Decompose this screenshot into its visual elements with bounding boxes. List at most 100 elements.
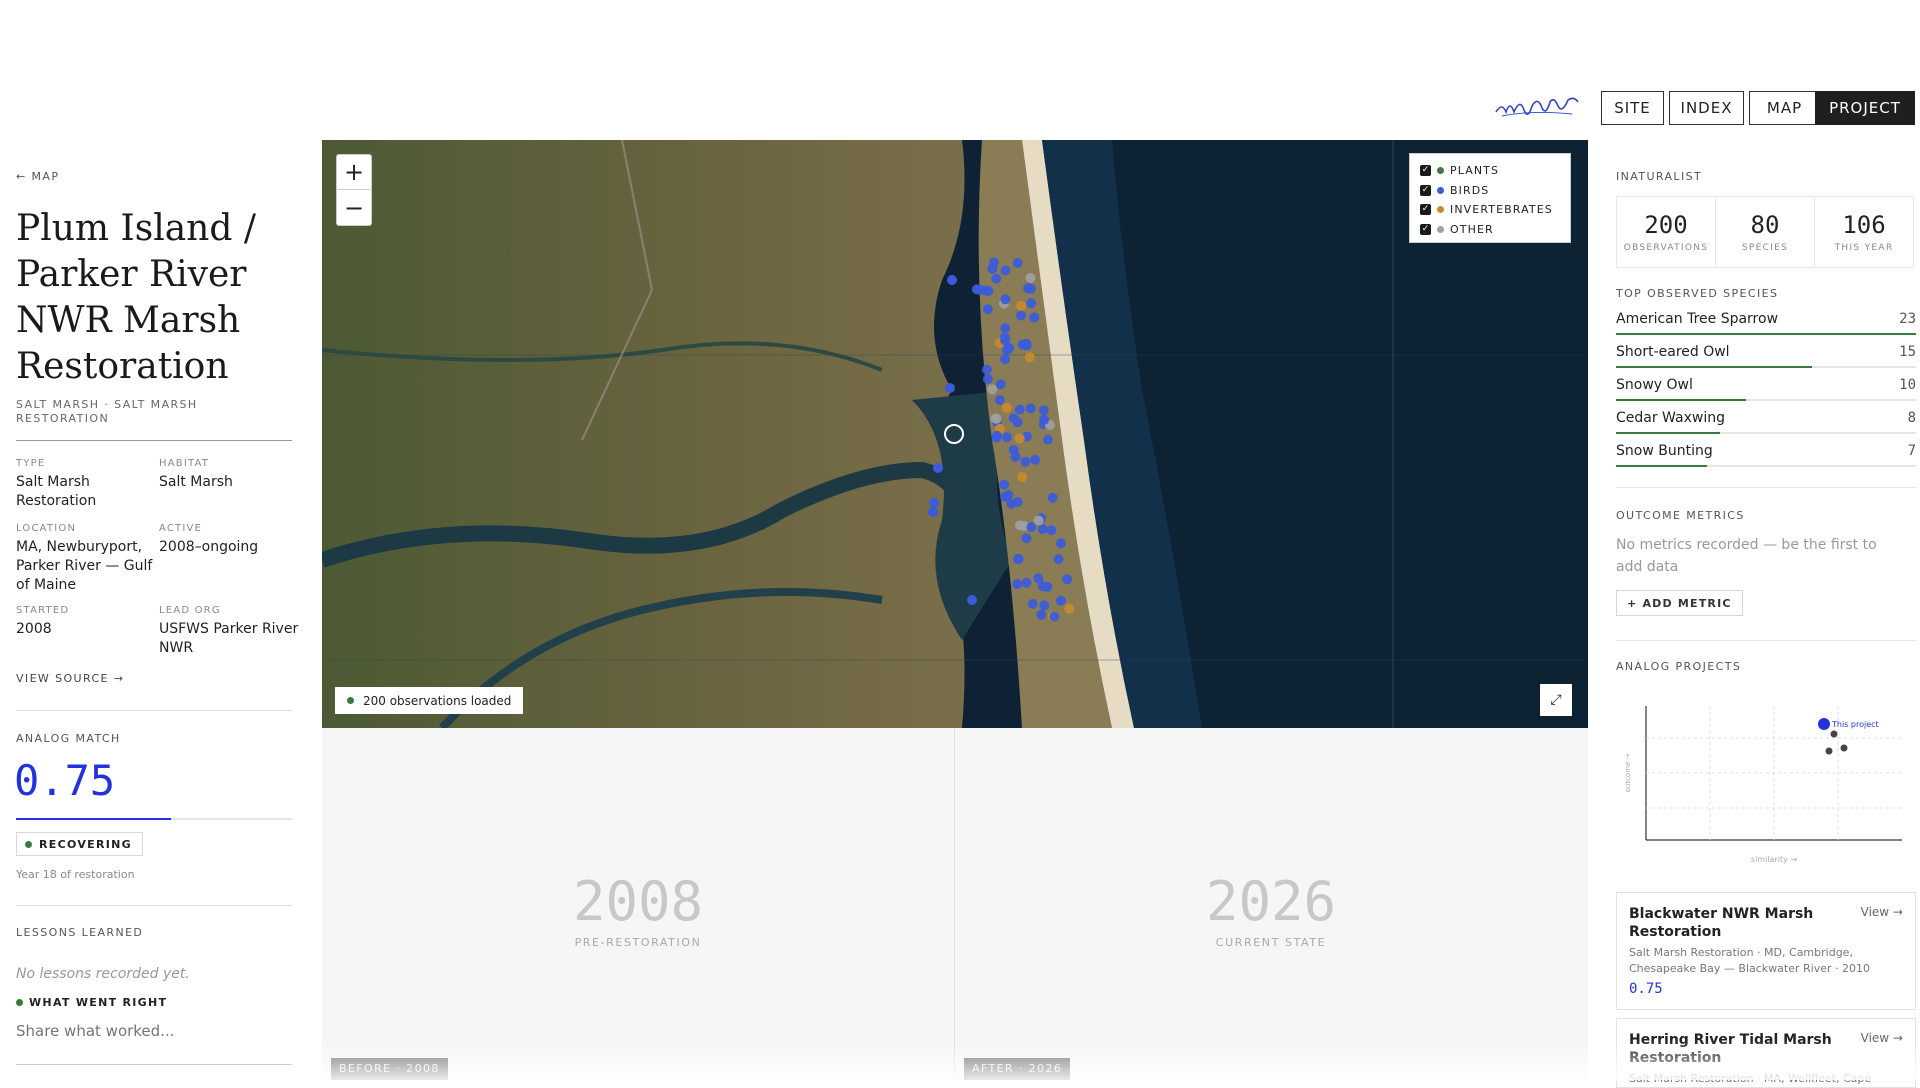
observation-marker[interactable] bbox=[929, 498, 939, 508]
observation-marker[interactable] bbox=[967, 595, 977, 605]
observation-marker[interactable] bbox=[1056, 595, 1066, 606]
observation-marker[interactable] bbox=[1003, 490, 1014, 500]
observation-marker[interactable] bbox=[999, 479, 1010, 490]
nav-map[interactable]: MAP bbox=[1749, 91, 1820, 125]
observation-marker[interactable] bbox=[1030, 454, 1041, 465]
nav-index[interactable]: INDEX bbox=[1669, 91, 1744, 125]
legend-item-birds[interactable]: ✓ BIRDS bbox=[1420, 181, 1560, 201]
observation-marker[interactable] bbox=[1020, 456, 1031, 467]
add-metric-button[interactable]: + ADD METRIC bbox=[1616, 590, 1743, 616]
observation-marker[interactable] bbox=[1037, 524, 1048, 535]
observation-marker[interactable] bbox=[1047, 492, 1058, 503]
observation-marker[interactable] bbox=[1024, 352, 1035, 363]
observation-marker[interactable] bbox=[981, 364, 992, 375]
observation-marker[interactable] bbox=[1016, 310, 1027, 321]
observation-marker[interactable] bbox=[1012, 579, 1023, 590]
observation-marker[interactable] bbox=[983, 286, 994, 296]
analog-project-card[interactable]: Blackwater NWR Marsh Restoration View → … bbox=[1616, 892, 1916, 1010]
nav-site[interactable]: SITE bbox=[1601, 91, 1664, 125]
species-row[interactable]: Short-eared Owl 15 bbox=[1616, 344, 1916, 377]
back-to-map-link[interactable]: ← MAP bbox=[16, 170, 59, 183]
map-view[interactable]: + − ✓ PLANTS ✓ BIRDS ✓ INVERTEBRATES ✓ OTHER 20… bbox=[322, 140, 1588, 728]
observation-marker[interactable] bbox=[1025, 403, 1036, 414]
observation-marker[interactable] bbox=[982, 374, 993, 384]
project-view-link[interactable]: View → bbox=[1861, 1031, 1903, 1045]
expand-icon[interactable]: ⤢ bbox=[1540, 684, 1572, 716]
observation-marker[interactable] bbox=[988, 257, 999, 268]
share-what-worked-input[interactable] bbox=[16, 1018, 292, 1044]
observation-marker[interactable] bbox=[1000, 323, 1011, 334]
legend-item-plants[interactable]: ✓ PLANTS bbox=[1420, 161, 1560, 181]
species-row[interactable]: American Tree Sparrow 23 bbox=[1616, 311, 1916, 344]
view-source-link[interactable]: VIEW SOURCE → bbox=[16, 672, 124, 685]
observation-marker[interactable] bbox=[1008, 413, 1019, 424]
zoom-out-button[interactable]: − bbox=[337, 190, 371, 225]
scatter-point[interactable] bbox=[1830, 730, 1838, 738]
observation-marker[interactable] bbox=[1055, 538, 1066, 549]
observation-marker[interactable] bbox=[1046, 525, 1057, 536]
observation-marker[interactable] bbox=[1049, 611, 1060, 622]
observation-marker[interactable] bbox=[928, 507, 938, 517]
species-row[interactable]: Cedar Waxwing 8 bbox=[1616, 410, 1916, 443]
observation-marker[interactable] bbox=[1000, 294, 1011, 305]
observation-marker[interactable] bbox=[1039, 414, 1050, 425]
legend-checkbox[interactable]: ✓ bbox=[1420, 223, 1431, 235]
scatter-point[interactable] bbox=[1840, 744, 1848, 752]
species-row[interactable]: Snowy Owl 10 bbox=[1616, 377, 1916, 410]
observation-marker[interactable] bbox=[1016, 300, 1027, 311]
observation-marker[interactable] bbox=[1027, 598, 1038, 609]
observation-marker[interactable] bbox=[1000, 265, 1011, 276]
observation-marker[interactable] bbox=[947, 275, 957, 285]
zoom-in-button[interactable]: + bbox=[337, 155, 371, 190]
observation-marker[interactable] bbox=[1053, 554, 1064, 565]
observation-marker[interactable] bbox=[994, 395, 1005, 405]
observation-marker[interactable] bbox=[1001, 402, 1012, 413]
observation-marker[interactable] bbox=[1038, 405, 1049, 416]
observation-marker[interactable] bbox=[990, 413, 1001, 424]
species-row[interactable]: Snow Bunting 7 bbox=[1616, 443, 1916, 476]
observation-marker[interactable] bbox=[1021, 338, 1032, 349]
analog-project-card[interactable]: Herring River Tidal Marsh Restoration Vi… bbox=[1616, 1018, 1916, 1088]
observation-marker[interactable] bbox=[1017, 472, 1028, 483]
observation-marker[interactable] bbox=[1039, 600, 1050, 611]
observation-marker[interactable] bbox=[991, 430, 1002, 441]
observation-marker[interactable] bbox=[1008, 445, 1019, 455]
project-location-marker[interactable] bbox=[944, 424, 964, 444]
observation-marker[interactable] bbox=[1033, 515, 1044, 526]
project-view-link[interactable]: View → bbox=[1861, 905, 1903, 919]
observation-marker[interactable] bbox=[1002, 432, 1013, 443]
legend-checkbox[interactable]: ✓ bbox=[1420, 165, 1431, 177]
observation-marker[interactable] bbox=[1012, 258, 1023, 268]
nav-project[interactable]: PROJECT bbox=[1815, 91, 1915, 125]
observation-marker[interactable] bbox=[1042, 434, 1053, 445]
observation-marker[interactable] bbox=[987, 384, 998, 395]
observation-marker[interactable] bbox=[982, 304, 993, 315]
observation-marker[interactable] bbox=[933, 463, 943, 473]
observation-marker[interactable] bbox=[1062, 574, 1073, 585]
observation-marker[interactable] bbox=[1013, 553, 1024, 564]
observation-marker[interactable] bbox=[1029, 312, 1040, 323]
observation-marker[interactable] bbox=[1042, 581, 1053, 592]
legend-checkbox[interactable]: ✓ bbox=[1420, 204, 1431, 216]
brand-logo[interactable]: analog bbox=[1492, 92, 1582, 122]
legend-item-other[interactable]: ✓ OTHER bbox=[1420, 220, 1560, 240]
observation-marker[interactable] bbox=[991, 273, 1002, 284]
legend-item-invertebrates[interactable]: ✓ INVERTEBRATES bbox=[1420, 200, 1560, 220]
observation-marker[interactable] bbox=[1000, 354, 1011, 365]
observation-marker[interactable] bbox=[1026, 298, 1037, 309]
scatter-point[interactable] bbox=[1825, 747, 1833, 755]
after-panel[interactable]: 2026 CURRENT STATE AFTER · 2026 bbox=[955, 728, 1587, 1080]
observation-marker[interactable] bbox=[1006, 498, 1017, 509]
observation-marker[interactable] bbox=[1021, 577, 1032, 588]
observation-marker[interactable] bbox=[1014, 404, 1025, 415]
observation-marker[interactable] bbox=[995, 379, 1006, 390]
observation-marker[interactable] bbox=[1000, 335, 1010, 346]
observation-marker[interactable] bbox=[1036, 609, 1047, 620]
scatter-this-project-point[interactable] bbox=[1818, 718, 1830, 730]
observation-marker[interactable] bbox=[1026, 283, 1036, 294]
observation-marker[interactable] bbox=[1001, 345, 1012, 356]
observation-marker[interactable] bbox=[1025, 273, 1036, 283]
observation-marker[interactable] bbox=[1014, 433, 1025, 444]
legend-checkbox[interactable]: ✓ bbox=[1420, 184, 1431, 196]
observation-marker[interactable] bbox=[945, 383, 955, 393]
